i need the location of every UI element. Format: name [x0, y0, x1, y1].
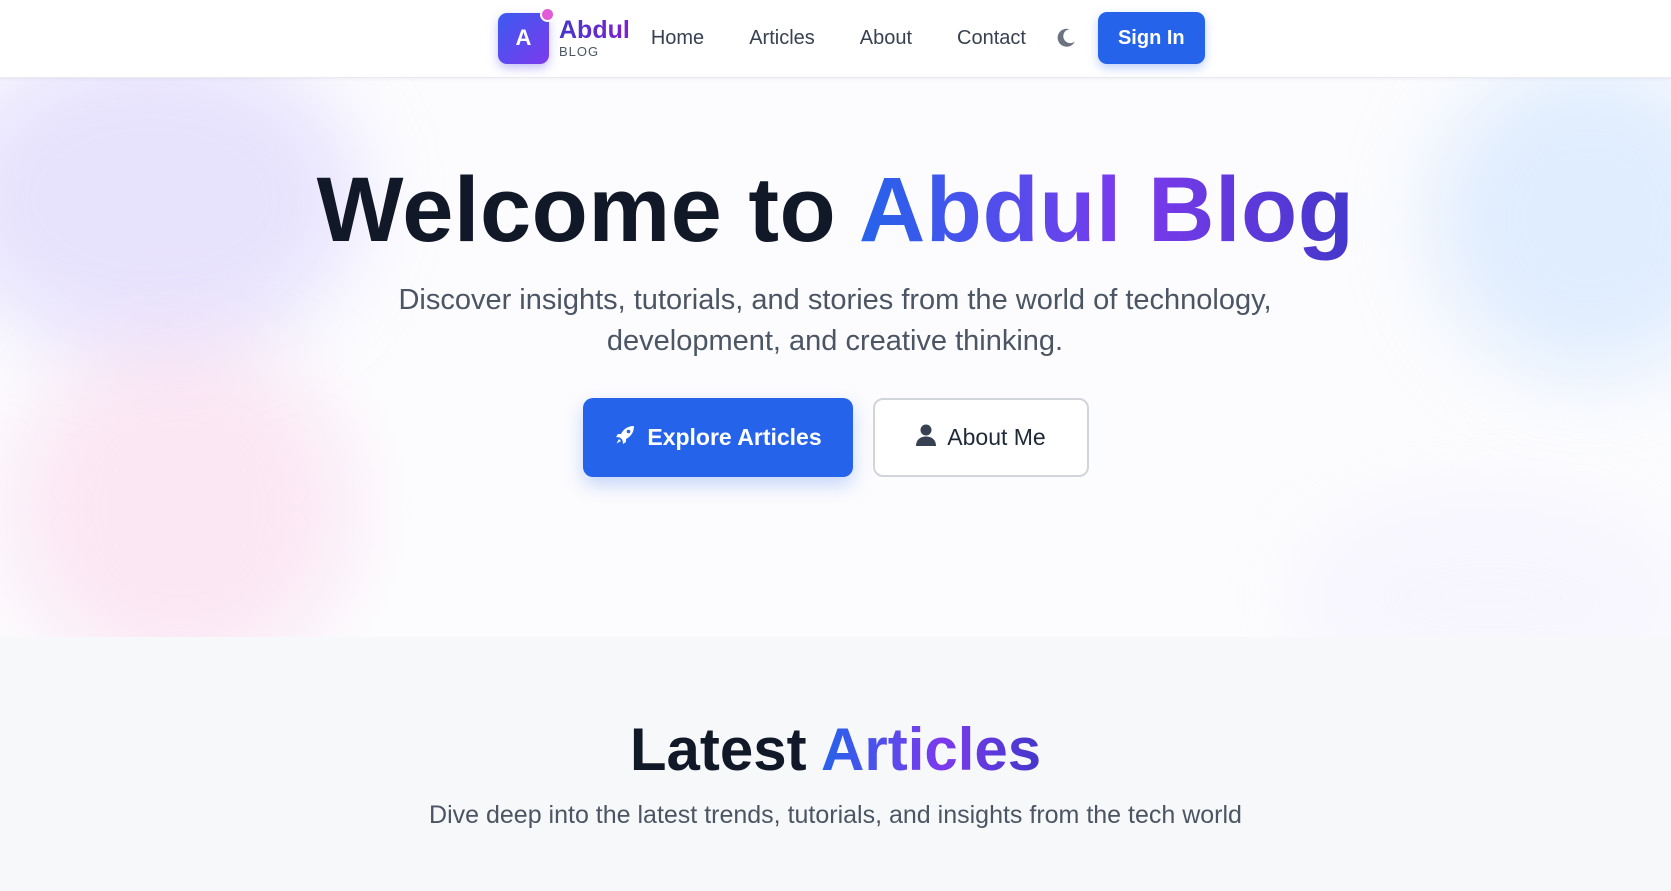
- nav-link-articles[interactable]: Articles: [749, 27, 815, 50]
- hero-title-highlight: Abdul Blog: [858, 159, 1355, 261]
- latest-articles-title: Latest Articles: [0, 715, 1671, 784]
- logo-mark[interactable]: A: [498, 6, 555, 64]
- nav-link-contact[interactable]: Contact: [957, 27, 1026, 50]
- nav-link-about[interactable]: About: [860, 27, 912, 50]
- about-me-label: About Me: [947, 424, 1046, 450]
- top-navbar: A Abdul BLOG Home Articles About Contact…: [0, 0, 1671, 78]
- hero-subtitle-line-2: development, and creative thinking.: [606, 325, 1064, 357]
- explore-articles-label: Explore Articles: [647, 424, 822, 450]
- hero-actions: Explore Articles About Me: [0, 398, 1671, 477]
- latest-articles-section: Latest Articles Dive deep into the lates…: [0, 637, 1671, 891]
- hero-section: Welcome to Abdul Blog Discover insights,…: [0, 78, 1671, 637]
- moon-icon[interactable]: [1054, 26, 1078, 50]
- latest-articles-subtitle: Dive deep into the latest trends, tutori…: [429, 801, 1242, 829]
- logo-title: Abdul: [559, 16, 630, 44]
- logo-letter: A: [515, 25, 532, 50]
- latest-title-highlight: Articles: [821, 716, 1042, 783]
- decorative-blob: [1300, 498, 1671, 637]
- logo-subtitle: BLOG: [559, 44, 600, 59]
- nav-container: A Abdul BLOG Home Articles About Contact…: [498, 6, 1205, 64]
- user-icon: [915, 423, 937, 453]
- decorative-blob: [10, 338, 350, 637]
- hero-subtitle: Discover insights, tutorials, and storie…: [385, 280, 1285, 362]
- nav-link-home[interactable]: Home: [651, 27, 704, 50]
- hero-title-prefix: Welcome to: [316, 159, 837, 261]
- latest-title-prefix: Latest: [629, 716, 807, 783]
- logo-text[interactable]: Abdul BLOG: [559, 16, 630, 59]
- hero-title: Welcome to Abdul Blog: [0, 158, 1671, 263]
- nav-links: Home Articles About Contact: [651, 27, 1026, 50]
- sign-in-button[interactable]: Sign In: [1097, 12, 1205, 64]
- logo-dot: [540, 6, 555, 22]
- explore-articles-button[interactable]: Explore Articles: [582, 398, 853, 477]
- about-me-button[interactable]: About Me: [872, 398, 1089, 477]
- hero-subtitle-line-1: Discover insights, tutorials, and storie…: [398, 284, 1272, 316]
- rocket-icon: [613, 423, 637, 453]
